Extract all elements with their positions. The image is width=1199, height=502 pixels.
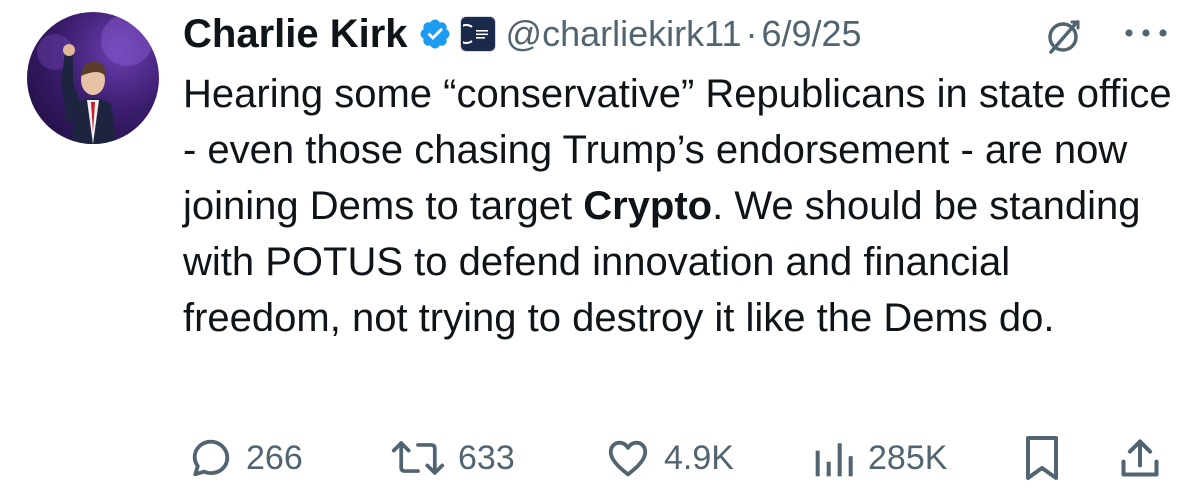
reply-button[interactable]: 266 [188, 430, 303, 486]
repost-button[interactable]: 633 [390, 430, 515, 486]
views-chart-icon [815, 443, 853, 477]
avatar-photo [37, 14, 153, 144]
like-count: 4.9K [664, 438, 734, 477]
bookmark-button[interactable] [1022, 430, 1062, 486]
display-name[interactable]: Charlie Kirk [183, 12, 408, 57]
separator: · [745, 13, 758, 54]
tweet-header: Charlie Kirk @charliekirk11 · 6/9/25 [183, 6, 862, 62]
verified-badge-icon [420, 19, 450, 49]
more-options-icon[interactable] [1121, 18, 1171, 48]
views-count: 285K [868, 438, 948, 477]
grok-icon[interactable] [1043, 16, 1083, 56]
affiliation-badge[interactable] [459, 16, 496, 52]
like-button[interactable]: 4.9K [604, 430, 734, 486]
repost-count: 633 [458, 438, 515, 477]
reply-count: 266 [246, 438, 303, 477]
post-date[interactable]: 6/9/25 [761, 13, 861, 55]
turning-point-usa-icon [462, 19, 493, 49]
repost-icon [391, 441, 445, 475]
share-icon [1121, 439, 1159, 477]
action-bar: 266 633 4.9K 285K [0, 430, 1199, 486]
heart-icon [608, 440, 648, 477]
tweet-text-emphasis: Crypto [583, 184, 713, 228]
avatar[interactable] [27, 12, 159, 144]
bookmark-icon [1026, 436, 1058, 480]
tweet-text: Hearing some “conservative” Republicans … [183, 66, 1173, 346]
handle[interactable]: @charliekirk11 [506, 13, 742, 55]
reply-icon [192, 439, 230, 477]
views-button[interactable]: 285K [812, 430, 947, 486]
share-button[interactable] [1118, 430, 1162, 486]
